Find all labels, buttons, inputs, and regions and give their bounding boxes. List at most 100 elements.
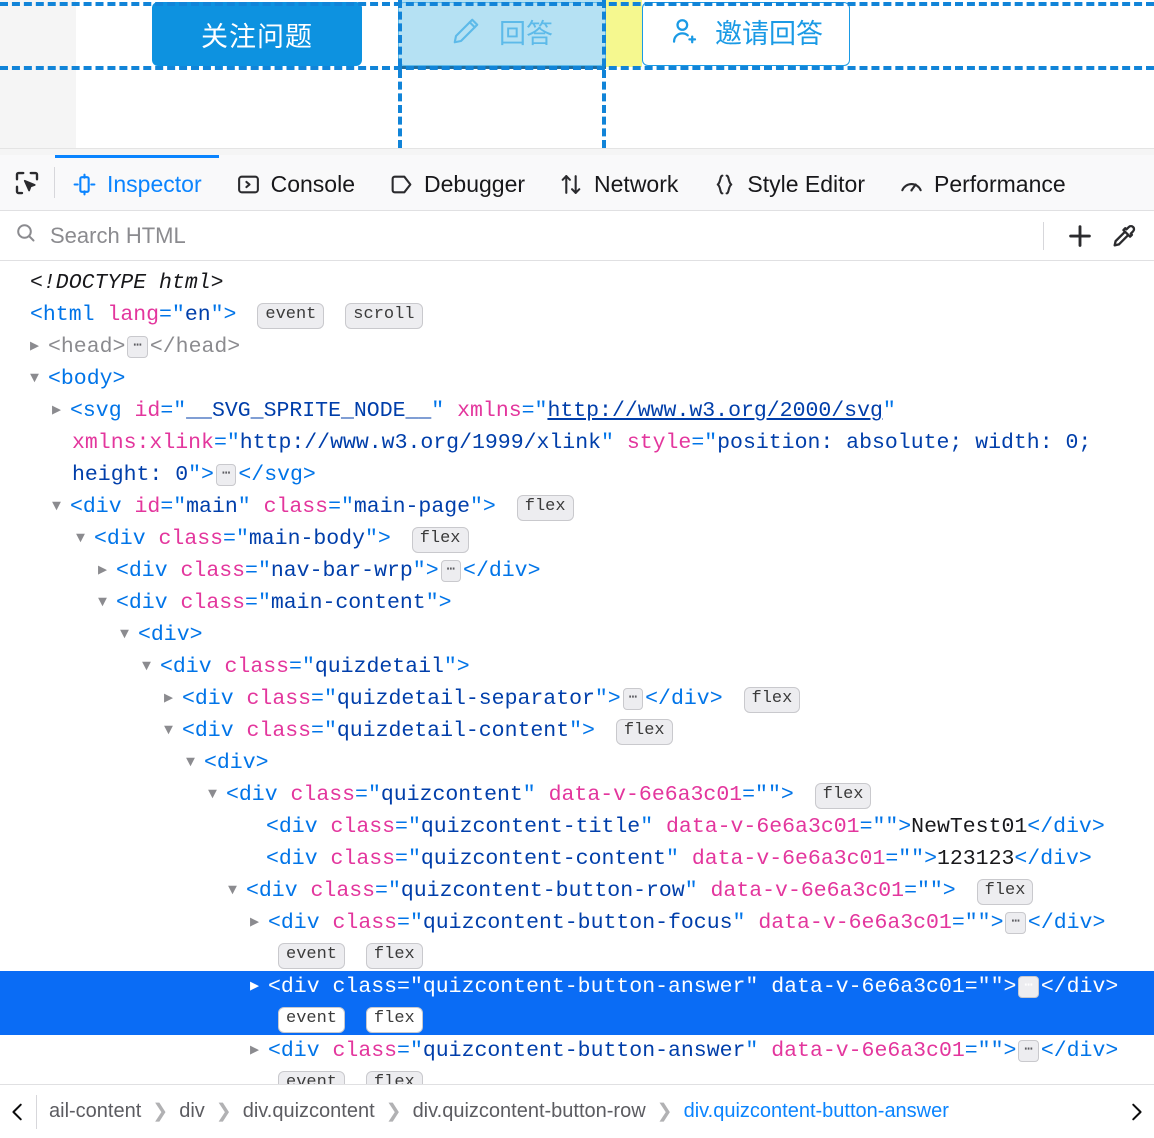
badge-flex-button-answer-2[interactable]: flex (365, 1071, 423, 1084)
badge-scroll[interactable]: scroll (345, 303, 423, 329)
markup-node-quizcontent-button-focus[interactable]: <div class="quizcontent-button-focus" da… (0, 907, 1154, 939)
ellipsis-button-answer-selected[interactable]: ⋯ (1018, 976, 1039, 998)
badge-flex-quizdetail-separator[interactable]: flex (743, 687, 801, 713)
answer-label: 回答 (499, 18, 553, 49)
twisty-quizdetail-separator[interactable] (164, 683, 182, 715)
attr-name-class-quizcontent-title: class (330, 815, 396, 839)
highlighter-margin-box (606, 0, 642, 67)
attr-name-class-main-content: class (180, 591, 246, 615)
tab-debugger[interactable]: Debugger (372, 155, 542, 210)
badge-event-button-answer-2[interactable]: event (278, 1071, 346, 1084)
markup-node-quizdetail[interactable]: <div class="quizdetail"> (0, 651, 1154, 683)
twisty-main-content[interactable] (98, 587, 116, 619)
ellipsis-svg[interactable]: ⋯ (215, 464, 237, 486)
closing-tag-head: head (175, 335, 228, 359)
twisty-svg[interactable] (52, 395, 70, 427)
breadcrumb-item-3[interactable]: div.quizcontent-button-row (409, 1100, 650, 1123)
badge-flex-main-body[interactable]: flex (411, 527, 469, 553)
breadcrumb-item-4[interactable]: div.quizcontent-button-answer (680, 1100, 953, 1123)
follow-question-button[interactable]: 关注问题 (152, 2, 362, 66)
markup-node-svg-cont2[interactable]: height: 0"> ⋯ </svg> (0, 459, 1154, 491)
markup-node-html[interactable]: <html lang="en"> event scroll (0, 299, 1154, 331)
attr-name-class-nav-bar: class (180, 559, 246, 583)
badge-event-button-answer-selected[interactable]: event (278, 1007, 346, 1033)
invite-answer-button[interactable]: 邀请回答 (642, 2, 850, 66)
markup-node-body[interactable]: <body> (0, 363, 1154, 395)
doctype-text: <!DOCTYPE html> (30, 271, 224, 295)
markup-node-main-content[interactable]: <div class="main-content"> (0, 587, 1154, 619)
markup-node-quizcontent-button-answer-2[interactable]: <div class="quizcontent-button-answer" d… (0, 1035, 1154, 1067)
element-picker-icon[interactable] (0, 155, 54, 210)
breadcrumb-separator-3: ❯ (656, 1101, 673, 1122)
twisty-main-page[interactable] (52, 491, 70, 523)
breadcrumb-item-1[interactable]: div (175, 1100, 209, 1123)
search-input[interactable] (48, 221, 1029, 250)
tab-console[interactable]: Console (219, 155, 372, 210)
markup-node-quizcontent-content[interactable]: <div class="quizcontent-content" data-v-… (0, 843, 1154, 875)
markup-node-doctype[interactable]: <!DOCTYPE html> (0, 267, 1154, 299)
highlighter-baseline (398, 66, 606, 69)
markup-node-head[interactable]: <head>⋯</head> (0, 331, 1154, 363)
ellipsis-quizdetail-separator[interactable]: ⋯ (622, 688, 644, 710)
twisty-head[interactable] (30, 331, 48, 363)
attr-value-main-body-class: main-body (248, 527, 365, 551)
attr-value-button-row-class: quizcontent-button-row (400, 879, 685, 903)
attr-value-xmlns[interactable]: http://www.w3.org/2000/svg (547, 399, 882, 423)
markup-node-bare-div-1[interactable]: <div> (0, 619, 1154, 651)
markup-view[interactable]: <!DOCTYPE html> <html lang="en"> event s… (0, 261, 1154, 1084)
markup-node-svg[interactable]: <svg id="__SVG_SPRITE_NODE__" xmlns="htt… (0, 395, 1154, 427)
search-icon (14, 221, 38, 250)
ellipsis-button-answer-2[interactable]: ⋯ (1018, 1040, 1039, 1062)
breadcrumb-item-0[interactable]: ail-content (45, 1100, 145, 1123)
markup-node-nav-bar-wrp[interactable]: <div class="nav-bar-wrp">⋯</div> (0, 555, 1154, 587)
attr-name-data-v-button-focus: data-v-6e6a3c01 (758, 911, 952, 935)
twisty-nav-bar-wrp[interactable] (98, 555, 116, 587)
twisty-main-body[interactable] (76, 523, 94, 555)
twisty-quizcontent[interactable] (208, 779, 226, 811)
badge-flex-button-row[interactable]: flex (976, 879, 1034, 905)
ellipsis-nav-bar[interactable]: ⋯ (440, 560, 462, 582)
markup-node-svg-cont1[interactable]: xmlns:xlink="http://www.w3.org/1999/xlin… (0, 427, 1154, 459)
user-plus-icon (669, 15, 701, 54)
ellipsis-button-focus[interactable]: ⋯ (1005, 912, 1026, 934)
markup-node-quizcontent-button-answer-selected[interactable]: <div class="quizcontent-button-answer" d… (0, 971, 1154, 1003)
badge-event[interactable]: event (257, 303, 325, 329)
add-node-button[interactable] (1058, 216, 1102, 256)
tab-performance[interactable]: Performance (882, 155, 1083, 210)
badge-flex-quizcontent[interactable]: flex (814, 783, 872, 809)
markup-node-quizcontent-title[interactable]: <div class="quizcontent-title" data-v-6e… (0, 811, 1154, 843)
twisty-bare-div-2[interactable] (186, 747, 204, 779)
badge-flex-quizdetail-content[interactable]: flex (615, 719, 673, 745)
breadcrumb-item-2[interactable]: div.quizcontent (239, 1100, 379, 1123)
badge-flex-button-focus[interactable]: flex (365, 943, 423, 969)
tab-inspector[interactable]: Inspector (55, 155, 219, 210)
answer-button[interactable]: 回答 (398, 2, 606, 66)
markup-node-quizcontent[interactable]: <div class="quizcontent" data-v-6e6a3c01… (0, 779, 1154, 811)
markup-node-quizcontent-button-row[interactable]: <div class="quizcontent-button-row" data… (0, 875, 1154, 907)
badge-flex-main-page[interactable]: flex (516, 495, 574, 521)
twisty-button-answer-selected[interactable] (250, 971, 268, 1003)
chevron-right-icon[interactable] (1118, 1085, 1154, 1138)
twisty-bare-div-1[interactable] (120, 619, 138, 651)
attr-name-xmlns-xlink: xmlns:xlink (72, 431, 214, 455)
tab-network[interactable]: Network (542, 155, 695, 210)
attr-value-main-content-class: main-content (270, 591, 426, 615)
twisty-quizcontent-button-row[interactable] (228, 875, 246, 907)
twisty-quizdetail[interactable] (142, 651, 160, 683)
eyedropper-button[interactable] (1102, 216, 1146, 256)
badge-event-button-focus[interactable]: event (278, 943, 346, 969)
markup-node-bare-div-2[interactable]: <div> (0, 747, 1154, 779)
twisty-quizdetail-content[interactable] (164, 715, 182, 747)
markup-node-quizdetail-content[interactable]: <div class="quizdetail-content"> flex (0, 715, 1154, 747)
twisty-button-answer-2[interactable] (250, 1035, 268, 1067)
badge-flex-button-answer-selected[interactable]: flex (365, 1007, 423, 1033)
twisty-quizcontent-button-focus[interactable] (250, 907, 268, 939)
ellipsis-head[interactable]: ⋯ (127, 336, 148, 358)
markup-node-main-body[interactable]: <div class="main-body"> flex (0, 523, 1154, 555)
twisty-body[interactable] (30, 363, 48, 395)
markup-node-main-page[interactable]: <div id="main" class="main-page"> flex (0, 491, 1154, 523)
attr-name-data-v-title: data-v-6e6a3c01 (666, 815, 860, 839)
markup-node-quizdetail-separator[interactable]: <div class="quizdetail-separator">⋯</div… (0, 683, 1154, 715)
chevron-left-icon[interactable] (0, 1085, 36, 1138)
tab-style-editor[interactable]: Style Editor (695, 155, 882, 210)
